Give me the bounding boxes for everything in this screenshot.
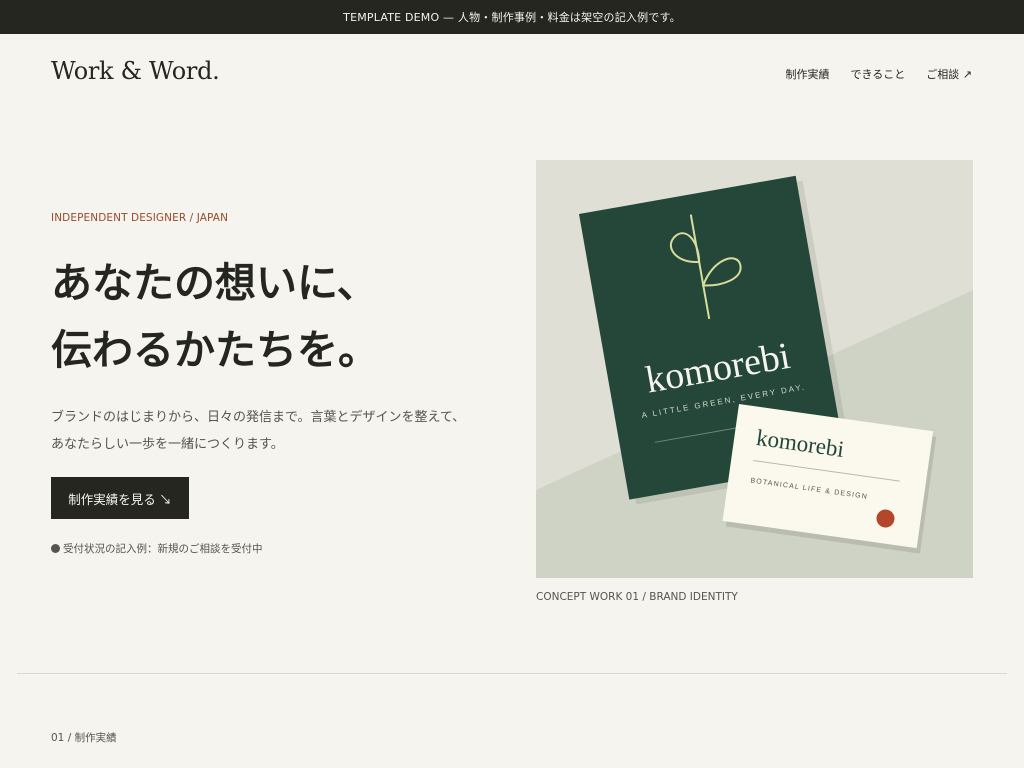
status-text: 受付状況の記入例：新規のご相談を受付中 bbox=[63, 543, 263, 555]
nav-contact[interactable]: ご相談 ↗ bbox=[926, 66, 972, 82]
demo-banner-text: TEMPLATE DEMO — 人物・制作事例・料金は架空の記入例です。 bbox=[343, 11, 681, 24]
hero-eyebrow: INDEPENDENT DESIGNER / JAPAN bbox=[51, 212, 229, 224]
view-works-button[interactable]: 制作実績を見る ↘ bbox=[51, 477, 189, 519]
showcase-caption: CONCEPT WORK 01 / BRAND IDENTITY bbox=[536, 591, 738, 603]
lead-line-1: ブランドのはじまりから、日々の発信まで。言葉とデザインを整えて、 bbox=[51, 410, 466, 425]
site-logo[interactable]: Work & Word. bbox=[51, 57, 220, 85]
showcase-illustration: komorebi A LITTLE GREEN, EVERY DAY. komo… bbox=[536, 160, 973, 578]
section-divider bbox=[17, 673, 1007, 674]
status-dot-icon bbox=[51, 544, 60, 553]
availability-status: 受付状況の記入例：新規のご相談を受付中 bbox=[51, 541, 263, 556]
main-nav: 制作実績 できること ご相談 ↗ bbox=[786, 66, 973, 82]
demo-banner: TEMPLATE DEMO — 人物・制作事例・料金は架空の記入例です。 bbox=[0, 0, 1024, 34]
works-section-label: 01 / 制作実績 bbox=[51, 732, 117, 744]
lead-line-2: あなたらしい一歩を一緒につくります。 bbox=[51, 437, 284, 452]
nav-works[interactable]: 制作実績 bbox=[786, 66, 830, 82]
nav-services[interactable]: できること bbox=[851, 66, 906, 82]
headline-line-1: あなたの想いに、 bbox=[51, 259, 378, 307]
hero-headline: あなたの想いに、 伝わるかたちを。 bbox=[51, 250, 379, 384]
hero-lead: ブランドのはじまりから、日々の発信まで。言葉とデザインを整えて、 あなたらしい一… bbox=[51, 404, 491, 458]
hero-showcase-image: komorebi A LITTLE GREEN, EVERY DAY. komo… bbox=[536, 160, 973, 578]
headline-line-2: 伝わるかたちを。 bbox=[51, 326, 379, 374]
